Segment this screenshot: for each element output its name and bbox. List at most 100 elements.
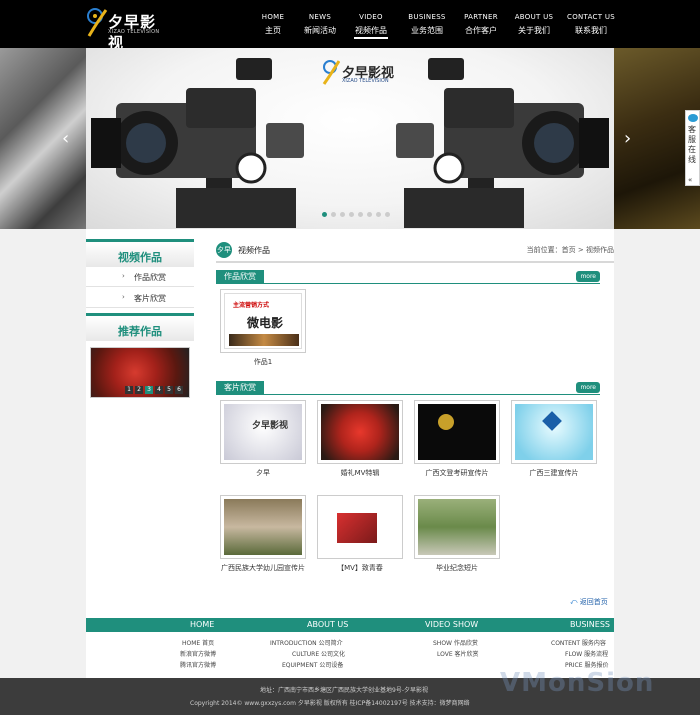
nav-home[interactable]: HOME 主页	[256, 0, 290, 48]
nav-video-cn: 视频作品	[354, 25, 388, 39]
sidebar-link-client[interactable]: › 客片欣赏	[86, 288, 194, 308]
client-thumbnail[interactable]	[511, 400, 597, 464]
footer-link[interactable]: EQUIPMENT 公司设备	[282, 660, 343, 669]
footer-link[interactable]: INTRODUCTION 公司简介	[270, 638, 343, 647]
footer-link[interactable]: CONTENT 服务内容	[551, 638, 606, 647]
breadcrumb-location[interactable]: 当前位置：首页 > 视频作品	[527, 245, 614, 255]
footer-link[interactable]: SHOW 作品欣赏	[433, 638, 478, 647]
client-thumbnail[interactable]	[317, 400, 403, 464]
collapse-icon[interactable]: «	[688, 176, 692, 184]
nav-about-en: ABOUT US	[514, 13, 554, 21]
client-caption[interactable]: 广西文登考研宣传片	[414, 468, 500, 478]
footer-col-about-title[interactable]: ABOUT US	[307, 620, 348, 629]
recommend-slideshow[interactable]: 1 2 3 4 5 6	[90, 347, 190, 398]
client-card-5[interactable]: 广西民族大学幼儿园宣传片	[220, 495, 306, 573]
nav-video[interactable]: VIDEO 视频作品	[354, 0, 388, 48]
banner-slide: 夕早影视 XIZAO TELEVISION	[86, 48, 614, 229]
footer-link[interactable]: FLOW 服务流程	[565, 649, 608, 658]
poster-line1: 主流营销方式	[233, 302, 270, 309]
client-card-7[interactable]: 毕业纪念短片	[414, 495, 500, 573]
breadcrumb: 夕早 视频作品 当前位置：首页 > 视频作品	[216, 241, 614, 263]
nav-business[interactable]: BUSINESS 业务范围	[406, 0, 448, 48]
brand-logo[interactable]: 夕早影视 XIZAO TELEVISION	[86, 6, 166, 52]
nav-news-en: NEWS	[308, 13, 332, 21]
client-thumbnail[interactable]: 夕早影视	[220, 400, 306, 464]
footer-col-home-title[interactable]: HOME	[190, 620, 214, 629]
bullet-icon: ›	[122, 272, 125, 280]
client-card-4[interactable]: 广西三建宣传片	[511, 400, 597, 478]
nav-contact-cn: 联系我们	[575, 26, 607, 35]
client-caption[interactable]: 毕业纪念短片	[414, 563, 500, 573]
sidebar-link-works[interactable]: › 作品欣赏	[86, 267, 194, 287]
thumb-graphic	[337, 513, 377, 543]
recommend-page-5[interactable]: 5	[165, 386, 173, 394]
banner-dot-7[interactable]	[376, 212, 381, 217]
footer-link[interactable]: CULTURE 公司文化	[292, 649, 345, 658]
thumb-image	[224, 499, 302, 555]
return-arrow-icon: ⤺	[570, 598, 578, 606]
footer-link[interactable]: 新浪官方微博	[180, 649, 216, 658]
banner-next-arrow[interactable]: ›	[624, 128, 631, 149]
footer-col-business-title[interactable]: BUSINESS	[570, 620, 610, 629]
client-card-3[interactable]: 广西文登考研宣传片	[414, 400, 500, 478]
back-to-home-label: 返回首页	[579, 598, 608, 606]
nav-video-en: VIDEO	[359, 13, 383, 21]
film-strip-graphic	[229, 334, 299, 346]
work-thumbnail[interactable]: 主流营销方式 微电影	[220, 289, 306, 353]
main-nav: HOME 主页 NEWS 新闻活动 VIDEO 视频作品 BUSINESS 业务…	[248, 0, 620, 48]
banner-dot-5[interactable]	[358, 212, 363, 217]
nav-news[interactable]: NEWS 新闻活动	[304, 0, 336, 48]
banner-logo-subtitle: XIZAO TELEVISION	[342, 78, 389, 84]
nav-partner-cn: 合作客户	[465, 26, 497, 35]
section-works-more-button[interactable]: more	[576, 271, 600, 282]
recommend-page-1[interactable]: 1	[125, 386, 133, 394]
recommend-page-2[interactable]: 2	[135, 386, 143, 394]
client-caption[interactable]: 婚礼MV特辑	[317, 468, 403, 478]
nav-partner[interactable]: PARTNER 合作客户	[460, 0, 502, 48]
nav-about[interactable]: ABOUT US 关于我们	[512, 0, 556, 48]
client-caption[interactable]: 夕早	[220, 468, 306, 478]
section-works-tab: 作品欣赏	[216, 270, 264, 284]
recommend-page-6[interactable]: 6	[175, 386, 183, 394]
banner-logo: 夕早影视 XIZAO TELEVISION	[322, 58, 402, 88]
client-card-1[interactable]: 夕早影视 夕早	[220, 400, 306, 478]
client-caption[interactable]: 广西民族大学幼儿园宣传片	[220, 563, 306, 573]
work-card-1[interactable]: 主流营销方式 微电影 作品1	[220, 289, 306, 367]
banner-dot-3[interactable]	[340, 212, 345, 217]
client-caption[interactable]: 【MV】致青春	[317, 563, 403, 573]
banner-prev-arrow[interactable]: ‹	[62, 128, 69, 149]
footer-col-video-title[interactable]: VIDEO SHOW	[425, 620, 478, 629]
client-card-6[interactable]: 【MV】致青春	[317, 495, 403, 573]
client-thumbnail[interactable]	[317, 495, 403, 559]
section-client-more-button[interactable]: more	[576, 382, 600, 393]
back-to-home-link[interactable]: ⤺ 返回首页	[570, 597, 608, 607]
recommend-page-4[interactable]: 4	[155, 386, 163, 394]
banner-dot-4[interactable]	[349, 212, 354, 217]
sidebar-recommend-title-text: 推荐作品	[118, 325, 162, 338]
client-card-2[interactable]: 婚礼MV特辑	[317, 400, 403, 478]
banner-slider[interactable]: 夕早影视 XIZAO TELEVISION ‹ ›	[0, 48, 700, 229]
client-thumbnail[interactable]	[220, 495, 306, 559]
online-service-widget[interactable]: 客服在线 «	[685, 110, 700, 186]
client-thumbnail[interactable]	[414, 400, 500, 464]
footer-link[interactable]: HOME 首页	[182, 638, 214, 647]
sidebar-video-title: 视频作品	[86, 239, 194, 267]
banner-dot-8[interactable]	[385, 212, 390, 217]
poster-line2: 微电影	[247, 316, 284, 330]
footer-address: 地址：广西南宁市西乡塘区广西民族大学创业基地9号-夕早影视	[260, 687, 428, 694]
nav-contact[interactable]: CONTACT US 联系我们	[564, 0, 618, 48]
client-thumbnail[interactable]	[414, 495, 500, 559]
banner-dot-2[interactable]	[331, 212, 336, 217]
thumb-image	[418, 404, 496, 460]
footer-link[interactable]: 腾讯官方微博	[180, 660, 216, 669]
recommend-page-3[interactable]: 3	[145, 386, 153, 394]
work-caption[interactable]: 作品1	[220, 357, 306, 367]
film-reel-icon	[322, 60, 340, 85]
sidebar-recommend-title: 推荐作品	[86, 313, 194, 341]
banner-dot-6[interactable]	[367, 212, 372, 217]
client-caption[interactable]: 广西三建宣传片	[511, 468, 597, 478]
film-reel-icon	[87, 8, 108, 37]
footer-link[interactable]: LOVE 客片欣赏	[437, 649, 479, 658]
banner-dot-1[interactable]	[322, 212, 327, 217]
brand-badge-icon: 夕早	[216, 242, 232, 258]
